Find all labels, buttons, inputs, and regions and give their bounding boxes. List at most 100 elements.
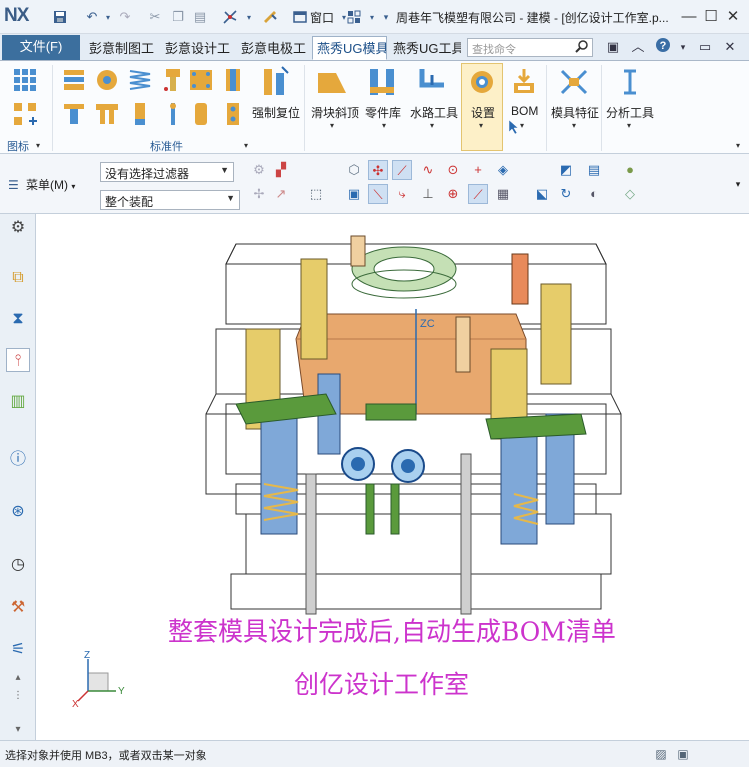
cut-icon[interactable]: ✂ bbox=[145, 7, 165, 27]
touch-dropdown-icon[interactable]: ▾ bbox=[239, 7, 259, 27]
ribbon-overflow-icon[interactable]: ▾ bbox=[736, 141, 740, 150]
window-icon[interactable] bbox=[290, 7, 310, 27]
ejector-icon[interactable] bbox=[127, 101, 153, 127]
pin-icon[interactable] bbox=[160, 101, 186, 127]
general-selection-icon[interactable]: ⚙ bbox=[249, 160, 269, 180]
touch-mode-icon[interactable] bbox=[220, 7, 240, 27]
paste-icon[interactable]: ▤ bbox=[190, 7, 210, 27]
feature-filter-icon[interactable]: ▞ bbox=[271, 160, 291, 180]
snap-settings-icon[interactable]: ◈ bbox=[493, 160, 513, 180]
analysis-tools-button[interactable]: 分析工具 bbox=[606, 104, 654, 121]
end-point-icon[interactable]: ⟋ bbox=[392, 160, 412, 180]
support-pillar-icon[interactable] bbox=[61, 101, 87, 127]
mid-point-icon[interactable]: ∿ bbox=[418, 160, 438, 180]
curve-point-icon[interactable]: ⟍ bbox=[368, 184, 388, 204]
mold-feature-dropdown-icon[interactable]: ▾ bbox=[572, 121, 576, 130]
solid-body-icon[interactable]: ▣ bbox=[344, 184, 364, 204]
lock-icon[interactable] bbox=[220, 101, 246, 127]
ribbon-options-icon[interactable]: ▣ bbox=[603, 37, 623, 57]
tab-file[interactable]: 文件(F) bbox=[2, 35, 80, 60]
parts-library-dropdown-icon[interactable]: ▾ bbox=[382, 121, 386, 130]
copy-icon[interactable]: ❐ bbox=[168, 7, 188, 27]
part-navigator-icon[interactable]: ⫯ bbox=[6, 348, 30, 372]
roles-icon[interactable]: ⚟ bbox=[6, 638, 30, 662]
gear-icon[interactable]: ⚙ bbox=[6, 216, 30, 240]
redo-icon[interactable]: ↷ bbox=[115, 7, 135, 27]
bom-button[interactable]: BOM bbox=[511, 104, 538, 118]
customize-quick-access-icon[interactable]: ▾ bbox=[376, 7, 396, 27]
history-clock-icon[interactable]: ◷ bbox=[6, 553, 30, 577]
close-doc-icon[interactable]: ✕ bbox=[720, 37, 740, 57]
process-studio-icon[interactable]: ⚒ bbox=[6, 596, 30, 620]
intersection-icon[interactable]: + bbox=[468, 160, 488, 180]
bom-icon[interactable] bbox=[510, 67, 538, 97]
tab-yanxiu-mold[interactable]: 燕秀UG模具 bbox=[312, 36, 387, 60]
save-icon[interactable] bbox=[50, 7, 70, 27]
type-filter-select[interactable]: 没有选择过滤器 ▼ bbox=[100, 162, 234, 182]
mold-assembly-model[interactable]: ZC bbox=[36, 214, 749, 740]
menu-button[interactable]: ☰ 菜单(M) ▾ bbox=[8, 176, 75, 193]
water-tools-icon[interactable] bbox=[416, 65, 450, 99]
constraint-navigator-icon[interactable]: ⧗ bbox=[6, 307, 30, 331]
arc-center-icon[interactable]: ⊙ bbox=[443, 160, 463, 180]
grid-snap-icon[interactable]: ▦ bbox=[493, 184, 513, 204]
slider-lifter-button[interactable]: 滑块斜顶 bbox=[311, 104, 359, 121]
water-tools-button[interactable]: 水路工具 bbox=[410, 104, 458, 121]
rotate-icon[interactable]: ↻ bbox=[556, 184, 576, 204]
settings-dropdown-icon[interactable]: ▾ bbox=[479, 121, 483, 130]
water-tools-dropdown-icon[interactable]: ▾ bbox=[430, 121, 434, 130]
plate-icon[interactable] bbox=[188, 67, 214, 93]
zoom-window-icon[interactable]: ⬕ bbox=[532, 184, 552, 204]
parts-library-icon[interactable] bbox=[366, 65, 400, 99]
grid-icon[interactable] bbox=[12, 67, 38, 93]
force-reset-icon[interactable] bbox=[260, 65, 290, 99]
body-filter-icon[interactable]: ⬡ bbox=[344, 160, 364, 180]
shading-icon[interactable]: ◐ bbox=[584, 184, 604, 204]
mold-feature-icon[interactable] bbox=[558, 67, 590, 97]
layout-icon[interactable] bbox=[344, 7, 364, 27]
spring-icon[interactable] bbox=[127, 67, 153, 93]
tab-pengyi-drawing[interactable]: 彭意制图工 bbox=[84, 36, 160, 60]
edit-section-icon[interactable]: ◇ bbox=[620, 184, 640, 204]
guide-pin-icon[interactable] bbox=[94, 101, 120, 127]
status-filter-icon[interactable]: ▨ bbox=[652, 745, 670, 763]
quadrant-point-icon[interactable]: ⊥ bbox=[418, 184, 438, 204]
restore-doc-icon[interactable]: ▭ bbox=[695, 37, 715, 57]
tab-pengyi-design[interactable]: 彭意设计工 bbox=[160, 36, 236, 60]
standard-parts-dropdown-icon[interactable]: ▾ bbox=[244, 141, 248, 150]
reuse-library-icon[interactable]: ▥ bbox=[6, 390, 30, 414]
info-icon[interactable]: ⓘ bbox=[6, 448, 30, 472]
minimize-icon[interactable]: — bbox=[678, 6, 700, 28]
rectangle-select-icon[interactable]: ⬚ bbox=[306, 184, 326, 204]
fit-view-icon[interactable]: ◩ bbox=[556, 160, 576, 180]
orient-view-icon[interactable]: ▤ bbox=[584, 160, 604, 180]
snap-off-icon[interactable]: ✢ bbox=[249, 184, 269, 204]
settings-gear-icon[interactable] bbox=[467, 67, 497, 97]
parts-library-button[interactable]: 零件库 bbox=[365, 104, 401, 121]
screw-icon[interactable] bbox=[160, 67, 186, 93]
locating-ring-icon[interactable] bbox=[94, 67, 120, 93]
toolbar-overflow-icon[interactable]: ▾ bbox=[728, 174, 748, 194]
maximize-icon[interactable]: ☐ bbox=[700, 6, 722, 28]
control-point-icon[interactable]: ⤷ bbox=[392, 184, 412, 204]
force-reset-button[interactable]: 强制复位 bbox=[252, 104, 300, 121]
web-browser-icon[interactable]: ⊛ bbox=[6, 500, 30, 524]
graphics-viewport[interactable]: ZC 整套模具设计完成后,自动生成BOM清单 创亿设计工作室 Z Y X bbox=[36, 214, 749, 740]
slider-lifter-dropdown-icon[interactable]: ▾ bbox=[330, 121, 334, 130]
selection-scope-select[interactable]: 整个装配 ▼ bbox=[100, 190, 240, 210]
fullscreen-icon[interactable]: ▣ bbox=[674, 745, 692, 763]
collapse-ribbon-icon[interactable]: ︿ bbox=[628, 37, 648, 57]
repeat-command-icon[interactable] bbox=[260, 7, 280, 27]
upgrade-selection-icon[interactable]: ↗ bbox=[271, 184, 291, 204]
point-on-curve-icon[interactable]: ⟋ bbox=[468, 184, 488, 204]
icons-group-dropdown-icon[interactable]: ▾ bbox=[36, 141, 40, 150]
analysis-tools-dropdown-icon[interactable]: ▾ bbox=[627, 121, 631, 130]
scroll-down-icon[interactable]: ▾ bbox=[6, 718, 30, 742]
move-icon[interactable] bbox=[12, 101, 38, 127]
tab-pengyi-electrode[interactable]: 彭意电极工 bbox=[236, 36, 312, 60]
settings-button[interactable]: 设置 bbox=[471, 104, 495, 121]
assembly-navigator-icon[interactable]: ⧉ bbox=[6, 266, 30, 290]
render-style-icon[interactable]: ● bbox=[620, 160, 640, 180]
scroll-track-icon[interactable]: ⋮ bbox=[6, 684, 30, 708]
mold-feature-button[interactable]: 模具特征 bbox=[551, 104, 599, 121]
